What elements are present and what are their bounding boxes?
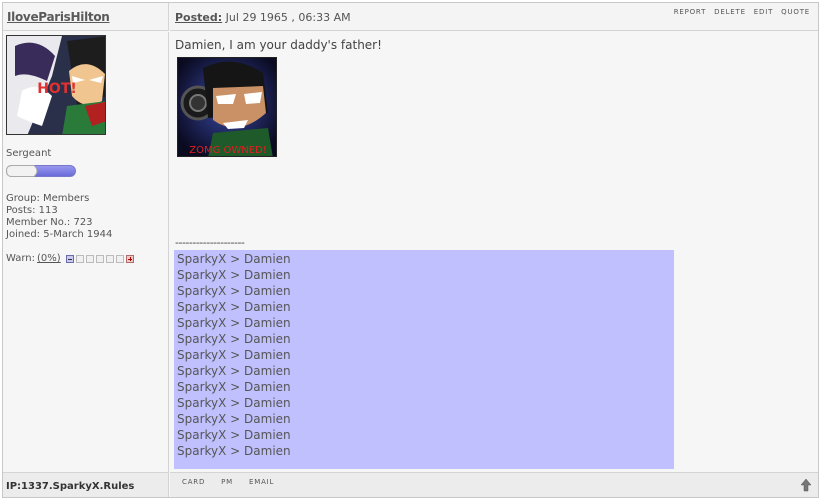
report-button[interactable]: REPORT (674, 8, 706, 16)
author-header: IloveParisHilton (3, 3, 169, 31)
post-image-graphic: ZOMG OWNED! (178, 58, 276, 156)
member-joined: Joined: 5-March 1944 (6, 229, 113, 240)
quote-button[interactable]: QUOTE (781, 8, 810, 16)
warn-box (95, 254, 104, 263)
delete-button[interactable]: DELETE (714, 8, 746, 16)
member-rank: Sergeant (6, 148, 52, 159)
footer-actions: CARD PM EMAIL (182, 478, 274, 486)
post-body: Damien, I am your daddy's father! ZOMG O… (170, 32, 818, 472)
signature-line: SparkyX > Damien (177, 252, 291, 266)
card-button[interactable]: CARD (182, 478, 205, 486)
signature-separator: -------------------- (175, 236, 245, 249)
post-header: Posted: Jul 29 1965 , 06:33 AM REPORT DE… (170, 3, 818, 31)
avatar-image: HOT! (7, 36, 105, 134)
warn-box (105, 254, 114, 263)
member-group: Group: Members (6, 193, 90, 204)
warn-decrease-icon[interactable] (65, 254, 74, 263)
warn-level: Warn: (0%) (6, 253, 134, 264)
member-number: Member No.: 723 (6, 217, 93, 228)
warn-increase-icon[interactable] (125, 254, 134, 263)
signature-line: SparkyX > Damien (177, 300, 291, 314)
post-image-caption: ZOMG OWNED! (189, 145, 267, 156)
signature-line: SparkyX > Damien (177, 444, 291, 458)
signature-line: SparkyX > Damien (177, 412, 291, 426)
author-username-link[interactable]: IloveParisHilton (7, 10, 110, 24)
warn-label: Warn: (6, 253, 36, 264)
post-date: Posted: Jul 29 1965 , 06:33 AM (175, 11, 351, 24)
post-container: IloveParisHilton Posted: Jul 29 1965 , 0… (2, 2, 819, 498)
signature-line: SparkyX > Damien (177, 348, 291, 362)
edit-button[interactable]: EDIT (754, 8, 773, 16)
signature-block: SparkyX > Damien SparkyX > Damien SparkyX … (174, 250, 674, 469)
post-footer: CARD PM EMAIL (170, 472, 818, 497)
signature-line: SparkyX > Damien (177, 428, 291, 442)
signature-line: SparkyX > Damien (177, 396, 291, 410)
signature-line: SparkyX > Damien (177, 284, 291, 298)
post-text: Damien, I am your daddy's father! (175, 38, 382, 52)
ip-footer: IP:1337.SparkyX.Rules (3, 472, 169, 497)
pm-button[interactable]: PM (221, 478, 233, 486)
warn-box (85, 254, 94, 263)
ip-address: IP:1337.SparkyX.Rules (6, 481, 135, 492)
signature-line: SparkyX > Damien (177, 332, 291, 346)
arrow-up-icon[interactable] (800, 478, 812, 492)
warn-percent-link[interactable]: (0%) (37, 253, 61, 264)
posted-label[interactable]: Posted: (175, 11, 222, 24)
post-image: ZOMG OWNED! (177, 57, 277, 157)
email-button[interactable]: EMAIL (249, 478, 274, 486)
posted-date-value: Jul 29 1965 , 06:33 AM (225, 11, 351, 24)
avatar-text: HOT! (37, 81, 77, 97)
member-posts: Posts: 113 (6, 205, 58, 216)
post-actions: REPORT DELETE EDIT QUOTE (674, 8, 810, 16)
warn-box (115, 254, 124, 263)
signature-line: SparkyX > Damien (177, 364, 291, 378)
signature-line: SparkyX > Damien (177, 268, 291, 282)
signature-line: SparkyX > Damien (177, 316, 291, 330)
warn-box (75, 254, 84, 263)
signature-line: SparkyX > Damien (177, 380, 291, 394)
author-panel: HOT! Sergeant Group: Members Posts: 113 … (3, 32, 169, 472)
rank-pips-bar (6, 165, 76, 177)
member-info: Group: Members Posts: 113 Member No.: 72… (6, 193, 112, 241)
avatar: HOT! (6, 35, 106, 135)
